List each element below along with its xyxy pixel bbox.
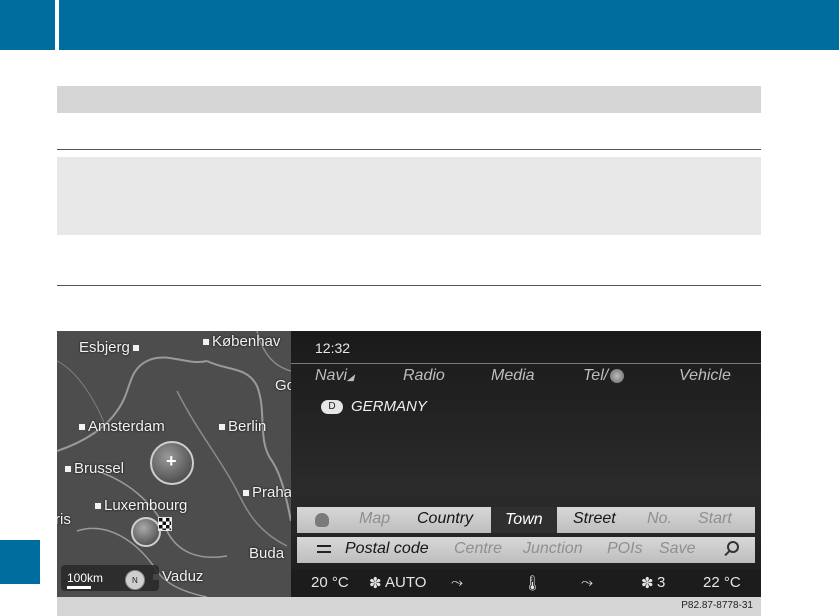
postal-code[interactable]: Postal code bbox=[345, 540, 429, 558]
header-bar bbox=[59, 0, 839, 50]
menu-tel[interactable]: Tel/ bbox=[583, 367, 625, 385]
airflow-left-icon[interactable]: ⤳ bbox=[451, 574, 463, 591]
country-name: GERMANY bbox=[351, 398, 427, 415]
compass-icon[interactable]: N bbox=[125, 570, 145, 590]
map-label-kobenhavn: Københav bbox=[203, 333, 280, 350]
destination-flag-icon bbox=[158, 517, 172, 531]
navigation-map[interactable]: Esbjerg Københav Go Amsterdam Berlin Bru… bbox=[57, 331, 291, 597]
option-pois[interactable]: POIs bbox=[607, 540, 643, 558]
option-junction[interactable]: Junction bbox=[523, 540, 583, 558]
country-code-badge: D bbox=[321, 400, 343, 415]
head-unit-screen: Esbjerg Københav Go Amsterdam Berlin Bru… bbox=[57, 331, 761, 597]
address-town[interactable]: Town bbox=[491, 507, 557, 533]
map-label-buda: Buda bbox=[249, 545, 285, 562]
header-tab bbox=[0, 0, 55, 50]
back-icon[interactable] bbox=[317, 545, 331, 553]
divider bbox=[57, 285, 761, 286]
map-label-berlin: Berlin bbox=[219, 418, 266, 435]
map-label-paris: ris bbox=[57, 511, 71, 528]
map-label-amsterdam: Amsterdam bbox=[79, 418, 165, 435]
fan-speed-icon: ✽ bbox=[641, 575, 654, 592]
option-centre[interactable]: Centre bbox=[454, 540, 502, 558]
chapter-tab bbox=[0, 540, 40, 584]
menu-navi[interactable]: Navi◢ bbox=[315, 367, 354, 385]
map-label-go: Go bbox=[275, 377, 291, 394]
fan-icon: ✽ bbox=[369, 575, 382, 592]
map-label-praha: Praha bbox=[243, 484, 291, 501]
menu-media[interactable]: Media bbox=[491, 367, 535, 385]
thermometer-icon[interactable]: 🌡 bbox=[523, 574, 542, 592]
navigation-panel: 12:32 Navi◢ Radio Media Tel/ Vehicle D GE… bbox=[291, 331, 761, 597]
climate-bar: 20 °C ✽ AUTO ⤳ 🌡 ⤳ ✽ 3 22 °C bbox=[291, 569, 761, 597]
figure-code: P82.87-8778-31 bbox=[681, 600, 753, 611]
address-entry-menu: Map Country Town Street No. Start bbox=[297, 507, 755, 533]
map-label-luxembourg: Luxembourg bbox=[95, 497, 187, 514]
globe-icon bbox=[610, 368, 625, 383]
map-scale-label: 100km bbox=[67, 571, 104, 585]
menu-radio[interactable]: Radio bbox=[403, 367, 445, 385]
figure-caption-bar: P82.87-8778-31 bbox=[57, 597, 761, 616]
note-box bbox=[57, 157, 761, 235]
vehicle-position-icon bbox=[131, 517, 161, 547]
option-save[interactable]: Save bbox=[659, 540, 695, 558]
map-label-esbjerg: Esbjerg bbox=[79, 339, 139, 356]
map-scale-bar bbox=[67, 586, 91, 589]
fan-level[interactable]: 3 bbox=[657, 574, 665, 591]
address-number[interactable]: No. bbox=[647, 510, 672, 528]
map-crosshair-icon[interactable] bbox=[150, 441, 194, 485]
divider bbox=[57, 149, 761, 150]
address-street[interactable]: Street bbox=[573, 510, 616, 528]
main-function-bar: Navi◢ Radio Media Tel/ Vehicle bbox=[291, 367, 761, 389]
airflow-right-icon[interactable]: ⤳ bbox=[581, 574, 593, 591]
section-header-bar bbox=[57, 86, 761, 113]
clock: 12:32 bbox=[315, 340, 351, 356]
fan-mode[interactable]: AUTO bbox=[385, 574, 426, 591]
destination-country: D GERMANY bbox=[321, 398, 427, 415]
status-divider bbox=[291, 363, 761, 364]
map-label-vaduz: Vaduz bbox=[153, 568, 203, 585]
address-start[interactable]: Start bbox=[698, 510, 732, 528]
address-country[interactable]: Country bbox=[417, 510, 473, 528]
left-temperature[interactable]: 20 °C bbox=[311, 574, 349, 591]
map-label-brussel: Brussel bbox=[65, 460, 124, 477]
search-icon[interactable] bbox=[727, 541, 739, 553]
address-options-menu: Postal code Centre Junction POIs Save bbox=[297, 537, 755, 563]
right-temperature[interactable]: 22 °C bbox=[703, 574, 741, 591]
person-icon bbox=[315, 513, 329, 527]
menu-vehicle[interactable]: Vehicle bbox=[679, 367, 731, 385]
address-map[interactable]: Map bbox=[359, 510, 390, 528]
